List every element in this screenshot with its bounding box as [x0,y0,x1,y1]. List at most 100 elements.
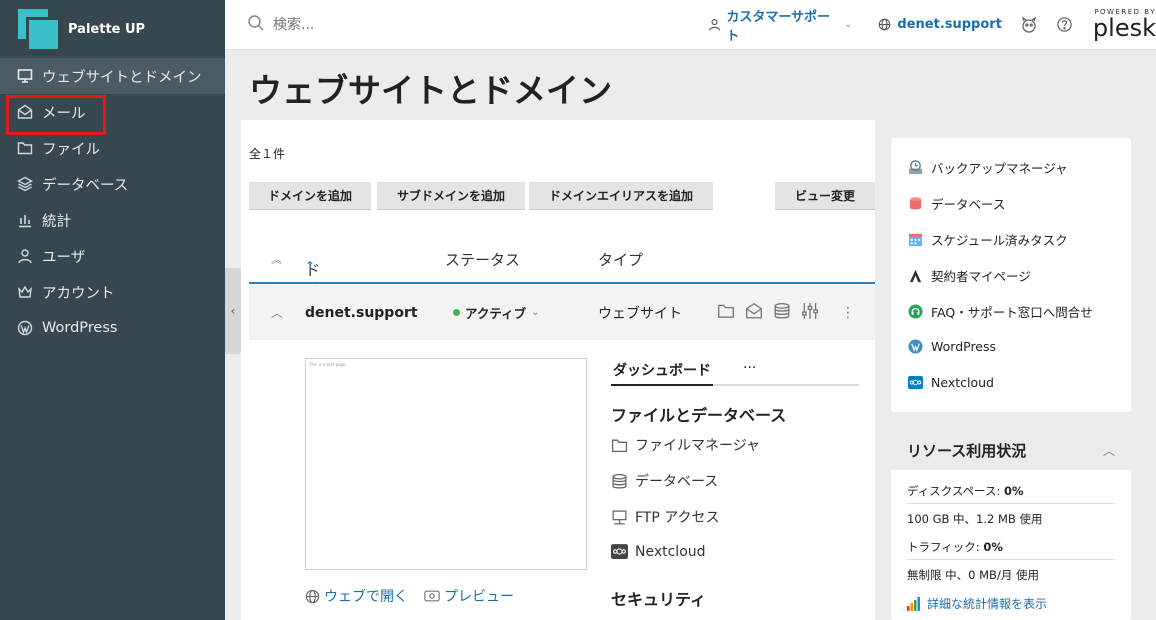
nextcloud-icon [907,374,923,390]
nextcloud-icon [611,543,629,560]
disk-usage-detail: 100 GB 中、1.2 MB 使用 [907,512,1043,526]
tab-more[interactable]: ··· [743,360,756,384]
resource-usage-header[interactable]: リソース利用状況 ︿ [891,430,1131,470]
domain-list-panel: 全１件 ドメインを追加 サブドメインを追加 ドメインエイリアスを追加 ビュー変更… [241,120,875,620]
chevron-up-icon: ︿ [1102,443,1115,458]
ftp-icon [611,509,629,526]
mascot-icon[interactable] [1020,15,1038,34]
layers-icon [16,175,34,193]
tool-nextcloud[interactable]: Nextcloud [611,543,706,560]
change-view-button[interactable]: ビュー変更 [775,182,875,210]
user-icon [16,247,34,265]
link-nextcloud[interactable]: Nextcloud [907,374,994,390]
link-faq-support[interactable]: FAQ・サポート窓口へ問合せ [907,302,1093,321]
divider [907,559,1115,560]
sliders-icon[interactable] [801,302,819,324]
sidebar-item-account[interactable]: アカウント [0,274,225,310]
add-domain-alias-button[interactable]: ドメインエイリアスを追加 [529,182,713,210]
sidebar: Palette UP ウェブサイトとドメイン メール ファイル データベース 統… [0,0,225,620]
quick-links-panel: バックアップマネージャ データベース スケジュール済みタスク 契約者マイページ … [891,138,1131,412]
backup-icon [907,160,923,176]
sidebar-item-statistics[interactable]: 統計 [0,202,225,238]
sidebar-item-label: データベース [42,177,129,194]
customer-support-label: カスタマーサポート [726,9,831,44]
chevron-down-icon: ⌄ [844,19,853,30]
status-badge[interactable]: アクティブ ⌄ [453,303,540,322]
table-row[interactable]: ︿ denet.support アクティブ ⌄ ウェブサイト ⋮ [249,285,875,340]
tool-file-manager[interactable]: ファイルマネージャ [611,435,760,455]
resource-usage-panel: リソース利用状況 ︿ ディスクスペース: 0% 100 GB 中、1.2 MB … [891,430,1131,620]
help-icon[interactable] [1056,16,1073,33]
brand[interactable]: Palette UP [0,0,225,58]
page-header: ウェブサイトとドメイン [225,50,1156,120]
mypage-logo-icon [907,268,923,284]
customer-support-menu[interactable]: カスタマーサポート ⌄ [708,6,852,44]
row-domain-name[interactable]: denet.support [305,305,418,321]
plesk-logo: POWERED BY plesk [1093,9,1156,41]
status-dot-icon [453,309,460,316]
preview-tiny-text: This is a test page [309,362,346,367]
domain-link-label: denet.support [897,17,1002,32]
add-subdomain-button[interactable]: サブドメインを追加 [377,182,525,210]
calendar-icon [907,232,923,248]
user-icon [708,18,721,31]
domain-switcher[interactable]: denet.support [878,17,1002,32]
chevron-up-icon[interactable]: ︿ [271,304,283,321]
domain-count: 全１件 [249,147,286,161]
column-status[interactable]: ステータス [445,249,520,270]
detailed-stats-link[interactable]: 詳細な統計情報を表示 [907,595,1047,612]
monitor-icon [16,67,34,85]
database-icon [907,196,923,212]
chevron-left-icon: ‹ [230,304,236,318]
page-title: ウェブサイトとドメイン [249,71,612,110]
sidebar-item-users[interactable]: ユーザ [0,238,225,274]
database-icon[interactable] [773,302,791,324]
sidebar-item-wordpress[interactable]: WordPress [0,310,225,346]
sidebar-collapse-handle[interactable]: ‹ [225,268,241,354]
preview-link[interactable]: プレビュー [424,586,514,606]
search-icon [247,14,265,36]
sidebar-item-databases[interactable]: データベース [0,166,225,202]
tool-databases[interactable]: データベース [611,471,718,491]
site-preview-thumbnail[interactable]: This is a test page [305,358,587,570]
column-type[interactable]: タイプ [598,249,643,270]
mail-icon[interactable] [745,302,763,324]
chevron-down-icon: ⌄ [531,307,540,318]
sidebar-item-mail[interactable]: メール [0,94,225,135]
brand-logo-icon [18,9,58,49]
sidebar-item-websites[interactable]: ウェブサイトとドメイン [0,58,225,94]
database-icon [611,473,629,490]
tool-ftp-access[interactable]: FTP アクセス [611,507,720,527]
bar-chart-icon [907,596,923,611]
link-wordpress[interactable]: WordPress [907,338,996,354]
folder-icon[interactable] [717,302,735,324]
traffic-usage: トラフィック: 0% [907,540,1003,554]
wordpress-icon [907,338,923,354]
eye-icon [424,589,440,603]
resource-usage-title: リソース利用状況 [907,441,1027,460]
search-input[interactable] [273,16,573,33]
sidebar-item-label: ユーザ [42,249,86,266]
table-header: ︽ ドメイン名 ↑ ステータス タイプ [249,236,875,363]
link-contractor-mypage[interactable]: 契約者マイページ [907,266,1031,285]
folder-icon [611,437,629,454]
tab-dashboard[interactable]: ダッシュボード [611,360,713,386]
section-security: セキュリティ [611,590,707,609]
divider [907,503,1115,504]
collapse-all-icon[interactable]: ︽ [271,251,282,267]
disk-usage: ディスクスペース: 0% [907,484,1024,498]
sidebar-item-label: WordPress [42,320,118,336]
preview-links: ウェブで開く プレビュー [305,586,530,606]
link-scheduled-tasks[interactable]: スケジュール済みタスク [907,230,1068,249]
more-vertical-icon[interactable]: ⋮ [841,305,855,321]
sidebar-item-label: ファイル [42,141,100,158]
link-backup-manager[interactable]: バックアップマネージャ [907,158,1068,177]
brand-name: Palette UP [68,21,146,37]
open-in-web-link[interactable]: ウェブで開く [305,586,408,606]
link-databases[interactable]: データベース [907,194,1005,213]
sidebar-item-label: ウェブサイトとドメイン [42,69,202,86]
topbar: カスタマーサポート ⌄ denet.support POWERED BY ple… [225,0,1156,50]
row-type: ウェブサイト [598,305,682,322]
sidebar-item-files[interactable]: ファイル [0,130,225,166]
add-domain-button[interactable]: ドメインを追加 [249,182,371,210]
